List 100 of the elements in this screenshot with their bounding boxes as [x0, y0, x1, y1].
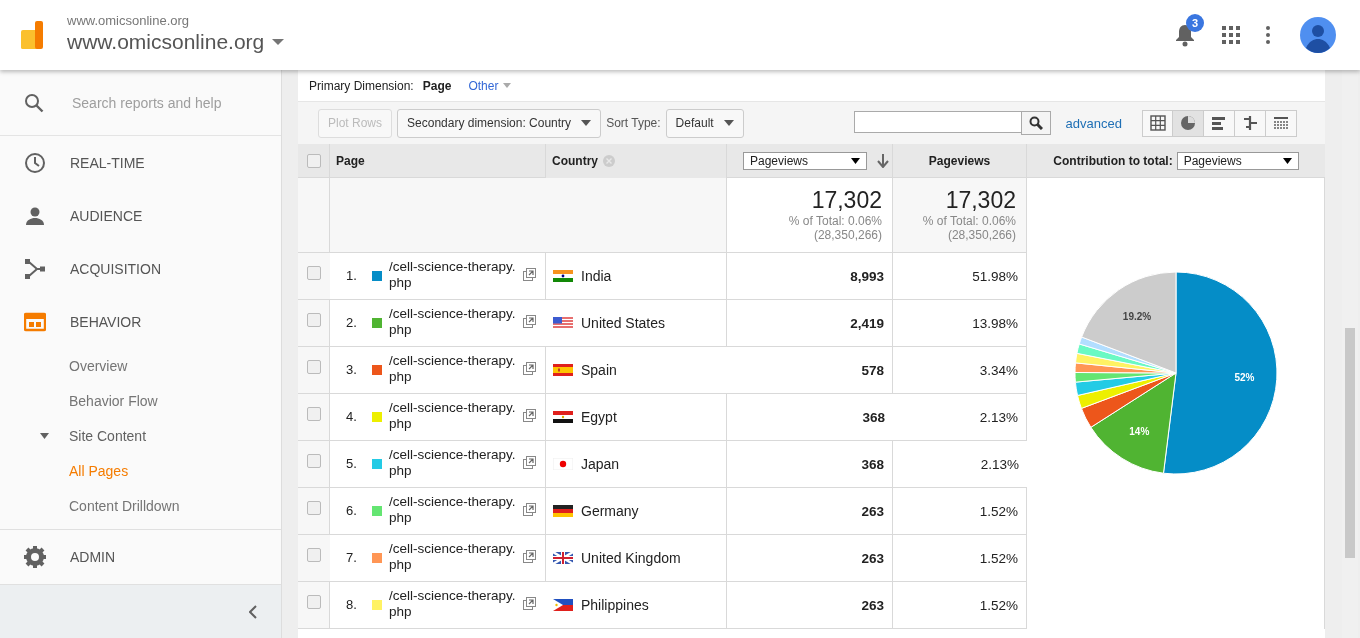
row-number: 4. [346, 408, 358, 424]
slice-label: 52% [1234, 371, 1254, 383]
row-checkbox[interactable] [306, 360, 321, 374]
table-cell: 2.13% [893, 441, 1027, 488]
row-checkbox[interactable] [307, 266, 321, 280]
table-view-icon [1149, 115, 1166, 131]
view-toggle-button[interactable] [1173, 109, 1204, 137]
notification-badge: 3 [1186, 14, 1204, 32]
table-cell: 51.98% [893, 253, 1027, 300]
row-number: 1. [346, 267, 358, 283]
pie-chart-icon [1180, 115, 1196, 131]
flag-icon [553, 270, 573, 282]
nav-subitem[interactable]: Content Drilldown [0, 488, 281, 523]
external-link-icon [523, 362, 536, 375]
country-name: India [581, 268, 612, 284]
table-cell: 368 [727, 441, 893, 488]
page-link[interactable]: /cell-science-therapy.php [389, 588, 523, 620]
contribution-dropdown[interactable]: Pageviews [1176, 151, 1299, 170]
nav-item[interactable]: BEHAVIOR [0, 295, 281, 348]
chevron-left-icon[interactable] [249, 604, 257, 619]
row-checkbox[interactable] [306, 595, 321, 609]
nav-item[interactable]: AUDIENCE [0, 189, 281, 242]
table-cell: 2,419 [727, 300, 893, 347]
page-link[interactable]: /cell-science-therapy.php [389, 494, 523, 526]
row-checkbox[interactable] [306, 313, 321, 327]
row-number: 6. [346, 502, 358, 518]
primary-dimension-label: Primary Dimension: [309, 78, 414, 93]
table-cell: 13.98% [893, 300, 1027, 347]
row-number: 5. [346, 455, 358, 471]
window-icon [24, 310, 46, 333]
total-percent: % of Total: 0.06% [788, 214, 882, 228]
search-field[interactable]: Search reports and help [70, 93, 274, 112]
flag-icon [553, 458, 573, 470]
page-link[interactable]: /cell-science-therapy.php [389, 447, 523, 479]
avatar-icon[interactable] [1300, 17, 1336, 53]
external-link-icon [523, 597, 536, 610]
total-value: 17,302 [811, 187, 882, 214]
sort-arrow-icon [877, 153, 889, 168]
nav-subitem[interactable]: Site Content [0, 418, 281, 453]
caret-icon [1282, 157, 1292, 164]
table-cell: 1.52% [893, 488, 1027, 535]
filter-field[interactable] [853, 111, 1021, 133]
page-link[interactable]: /cell-science-therapy.php [389, 541, 523, 573]
column-header[interactable]: Page [330, 144, 546, 178]
table-cell: 368 [727, 394, 893, 441]
view-toggle-button[interactable] [1235, 109, 1266, 137]
more-vertical-icon[interactable] [1266, 26, 1270, 44]
slice-label: 14% [1128, 425, 1149, 437]
caret-icon [581, 120, 592, 126]
column-header[interactable]: Country [552, 154, 598, 168]
table-cell: 3.34% [893, 347, 1027, 394]
secondary-dimension-dropdown[interactable]: Secondary dimension: Country [397, 108, 602, 138]
select-all-checkbox[interactable] [306, 153, 321, 168]
external-link-icon [523, 268, 536, 281]
row-checkbox[interactable] [306, 407, 321, 421]
row-number: 8. [346, 596, 358, 612]
gear-icon [24, 546, 46, 568]
search-icon [1028, 116, 1043, 130]
row-checkbox[interactable] [307, 548, 321, 562]
search-button[interactable] [1020, 111, 1051, 135]
row-checkbox[interactable] [306, 501, 321, 515]
page-link[interactable]: /cell-science-therapy.php [389, 306, 523, 338]
nav-item[interactable]: ACQUISITION [0, 242, 281, 295]
flag-icon [553, 317, 573, 329]
dimension-tab[interactable]: Page [422, 78, 452, 93]
row-checkbox[interactable] [306, 454, 321, 468]
sort-type-dropdown[interactable]: Default [665, 108, 744, 138]
nav-subitem[interactable]: Behavior Flow [0, 383, 281, 418]
apps-grid-icon[interactable] [1222, 26, 1240, 44]
table-cell: 8,993 [727, 253, 893, 300]
table-cell: 263 [727, 488, 893, 535]
country-name: Egypt [581, 409, 617, 425]
table-cell: 578 [727, 347, 893, 394]
nav-item-label: BEHAVIOR [70, 313, 142, 330]
view-toggle-button[interactable] [1266, 109, 1297, 137]
page-link[interactable]: /cell-science-therapy.php [389, 400, 523, 432]
table-cell: 1.52% [893, 535, 1027, 582]
external-link-icon [523, 550, 536, 563]
page-link[interactable]: /cell-science-therapy.php [389, 353, 523, 385]
row-number: 7. [346, 549, 358, 565]
nav-item-label: REAL-TIME [70, 154, 145, 171]
caret-icon [503, 83, 512, 88]
view-toggle-button[interactable] [1142, 109, 1173, 137]
nav-subitem[interactable]: Overview [0, 348, 281, 383]
advanced-link[interactable]: advanced [1065, 115, 1122, 131]
table-cell: 263 [727, 535, 893, 582]
row-number: 3. [346, 361, 358, 377]
caret-icon [723, 120, 734, 126]
nav-item[interactable]: REAL-TIME [0, 136, 281, 189]
page-link[interactable]: /cell-science-therapy.php [389, 259, 523, 291]
total-count: (28,350,266) [947, 228, 1016, 242]
metric-dropdown[interactable]: Pageviews [743, 151, 867, 170]
column-header[interactable]: Pageviews [893, 144, 1027, 178]
external-link-icon [523, 456, 536, 469]
column-header: Contribution to total: [1053, 153, 1173, 168]
flag-icon [553, 505, 573, 517]
property-selector[interactable]: www.omicsonline.org [67, 29, 285, 54]
view-toggle-button[interactable] [1204, 109, 1235, 137]
dimension-tab[interactable]: Other [468, 78, 512, 93]
scrollbar-thumb[interactable] [1345, 328, 1355, 558]
